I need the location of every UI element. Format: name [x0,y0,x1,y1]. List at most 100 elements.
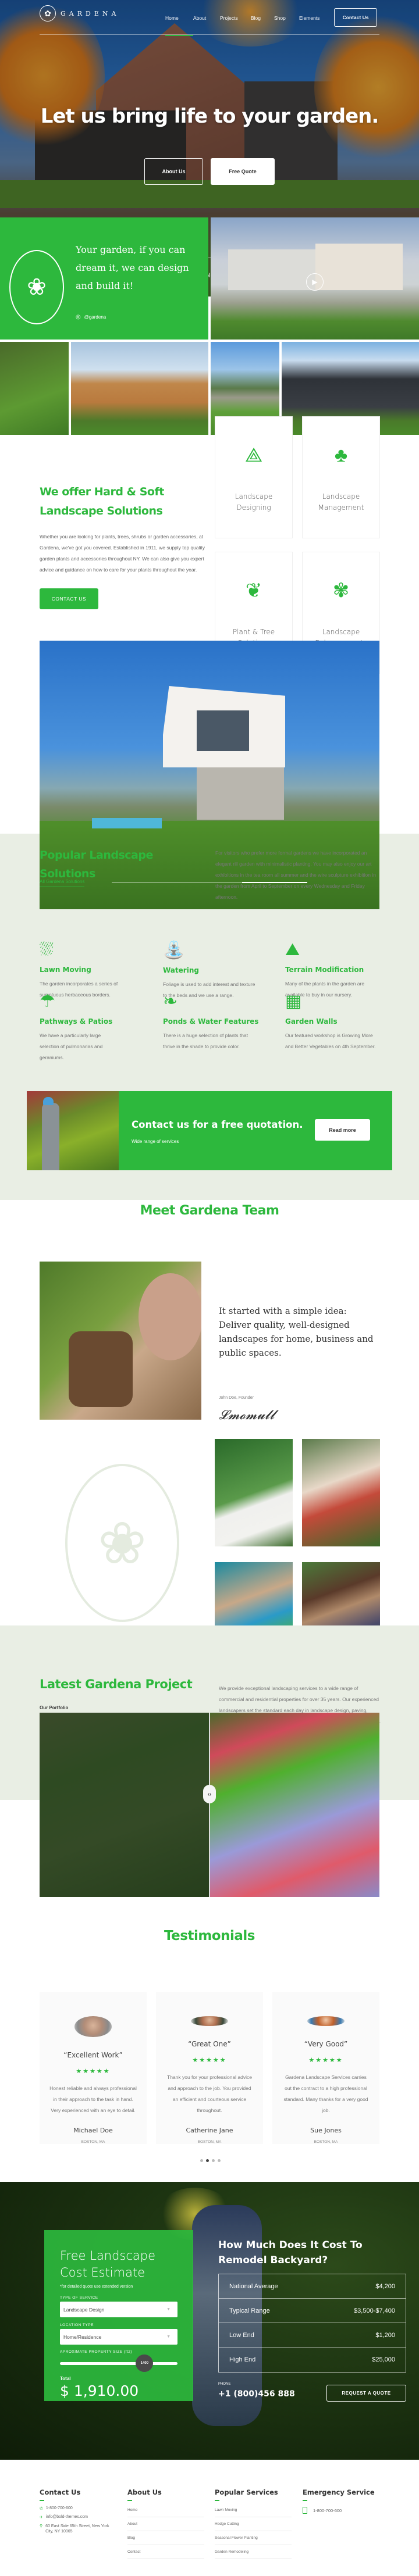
team-quote: It started with a simple idea: Deliver q… [219,1306,374,1358]
avatar [74,2016,112,2037]
instagram-icon: ◎ [76,314,81,320]
footer-phone[interactable]: ✆ 1-800-700-600 [40,2506,73,2511]
estimate-total: $ 1,910.00 [60,2382,139,2399]
project-title: Latest Gardena Project [40,1677,193,1691]
promo-tile: ❀ Your garden, if you can dream it, we c… [0,217,208,340]
cost-row: High End $25,000 [219,2348,406,2372]
popular-intro: For visitors who prefer more formal gard… [215,850,376,900]
services-contact-button[interactable]: CONTACT US [40,588,98,609]
footer-text: 60 East Side 65th Street, New York City,… [45,2524,109,2534]
nav-about[interactable]: About [193,15,220,21]
service-card-designing[interactable]: ⟁ Landscape Designing [215,416,293,538]
footer-email[interactable]: ✈ info@bold-themes.com [40,2515,88,2520]
cost-row: Typical Range $3,500-$7,400 [219,2299,406,2323]
phone-label: PHONE [218,2382,231,2386]
location-type-select[interactable]: Home/Residence ▼ [60,2329,177,2345]
cta-subtitle: Wide range of services [132,1139,179,1144]
phone-icon: ✆ [40,2507,43,2511]
service-type-select[interactable]: Landscape Design ▼ [60,2302,177,2317]
footer-link-about[interactable]: About [127,2517,204,2531]
project-photo-video[interactable]: ▶ [211,217,419,340]
team-member-photo-2[interactable] [302,1439,380,1546]
sprinkler-icon: ⛲ [163,941,185,960]
footer-link-flower-planting[interactable]: Seasonal Flower Planting [215,2531,292,2545]
carousel-dot[interactable] [200,2159,203,2162]
cost-phone[interactable]: +1 (800)456 888 [218,2389,295,2399]
read-more-button[interactable]: Read more [315,1119,370,1141]
testimonials-title: Testimonials [164,1928,255,1943]
service-card-management[interactable]: ♣ Landscape Management [302,416,380,538]
services-body: Whether you are looking for plants, tree… [40,534,205,573]
nav-shop[interactable]: Shop [274,15,299,21]
footer-link-hedge-cutting[interactable]: Hedge Cutting [215,2517,292,2531]
cost-value: $1,200 [375,2331,395,2339]
request-quote-button[interactable]: REQUEST A QUOTE [326,2385,406,2402]
footer-link-contact[interactable]: Contact [127,2545,204,2559]
compass-trees-icon: ⟁ [244,444,263,466]
potted-palm-icon: ❦ [245,580,262,602]
before-after-slider[interactable]: ‹› [40,1713,379,1897]
footer-link-blog[interactable]: Blog [127,2531,204,2545]
feature-pathways: ☂ Pathways & Patios We have a particular… [40,991,121,1063]
tulip-logo-icon: ❀ [9,250,64,324]
footer-link-lawn-moving[interactable]: Lawn Moving [215,2503,292,2517]
contact-us-button[interactable]: Contact Us [334,8,377,27]
cost-estimate-form: Free Landscape Cost Estimate *for detail… [44,2230,193,2401]
site-logo[interactable]: ✿ GARDENA [40,5,119,22]
slider-handle[interactable]: 1400 [136,2355,154,2372]
property-size-slider[interactable] [60,2362,177,2365]
carousel-dot-active[interactable] [206,2159,209,2162]
founder-photo [40,1262,201,1420]
footer-about-title: About Us [127,2488,162,2496]
footer-address: ⚲ 60 East Side 65th Street, New York City… [40,2524,109,2534]
carousel-pagination [200,2159,221,2162]
avatar [307,2016,345,2026]
testimonial-card: “Excellent Work” ★★★★★ Honest reliable a… [40,1992,147,2144]
cost-label: National Average [229,2282,278,2290]
cost-label: Typical Range [229,2307,270,2314]
nav-blog[interactable]: Blog [251,15,274,21]
mobile-phone-icon [303,2507,307,2514]
gallery-photo-pathway[interactable] [0,342,69,435]
estimate-note: *for detailed quote use extended version [60,2285,133,2289]
nav-home[interactable]: Home [165,15,193,36]
play-video-icon[interactable]: ▶ [306,273,324,291]
lawn-mower-icon: ⛆ [40,940,54,959]
emergency-phone[interactable]: 1-800-700-600 [303,2507,342,2514]
footer-about-links: Home About Blog Contact [127,2503,204,2559]
pathway-icon: ☂ [40,992,55,1011]
garden-wall-icon: ▦ [285,992,302,1011]
footer-services-links: Lawn Moving Hedge Cutting Seasonal Flowe… [215,2503,292,2559]
feature-garden-walls: ▦ Garden Walls Our featured workshop is … [285,991,378,1052]
paper-plane-icon: ✈ [40,2516,43,2520]
footer-services-title: Popular Services [215,2488,278,2496]
rating-stars: ★★★★★ [76,2068,111,2075]
carousel-dot[interactable] [212,2159,215,2162]
cost-value: $3,500-$7,400 [354,2307,395,2314]
gallery-photo-modern-house[interactable] [71,342,208,435]
tulip-logo-icon: ❀ [98,1511,147,1576]
carousel-dot[interactable] [218,2159,221,2162]
hero-title: Let us bring life to your garden. [40,105,379,128]
cost-label: Low End [229,2331,254,2339]
footer-contact-title: Contact Us [40,2488,81,2496]
avatar [191,2016,228,2026]
cta-title: Contact us for a free quotation. [132,1119,303,1130]
about-us-button[interactable]: About Us [144,158,203,185]
hands-tree-icon: ♣ [334,444,348,466]
flower-hedge-icon: ✾ [332,580,350,602]
quotation-banner: Contact us for a free quotation. Wide ra… [27,1091,392,1170]
compare-handle-icon[interactable]: ‹› [203,1785,216,1803]
promo-quote: Your garden, if you can dream it, we can… [76,244,189,291]
founder-signature: 𝓛𝓶𝓸𝓶𝓾𝓵𝓵 [219,1408,275,1423]
instagram-handle[interactable]: ◎ @gardena [76,314,106,320]
free-quote-button[interactable]: Free Quote [211,158,275,185]
nav-projects[interactable]: Projects [220,15,251,21]
all-solutions-link[interactable]: All Gardena Solutions [40,879,85,887]
cost-title: How Much Does It Cost To Remodel Backyar… [218,2239,363,2266]
team-member-photo-1[interactable] [215,1439,293,1546]
nav-elements[interactable]: Elements [299,15,328,21]
footer-link-home[interactable]: Home [127,2503,204,2517]
testimonial-card: “Very Good” ★★★★★ Gardena Landscape Serv… [272,1992,379,2144]
footer-link-garden-remodeling[interactable]: Garden Remodeling [215,2545,292,2559]
